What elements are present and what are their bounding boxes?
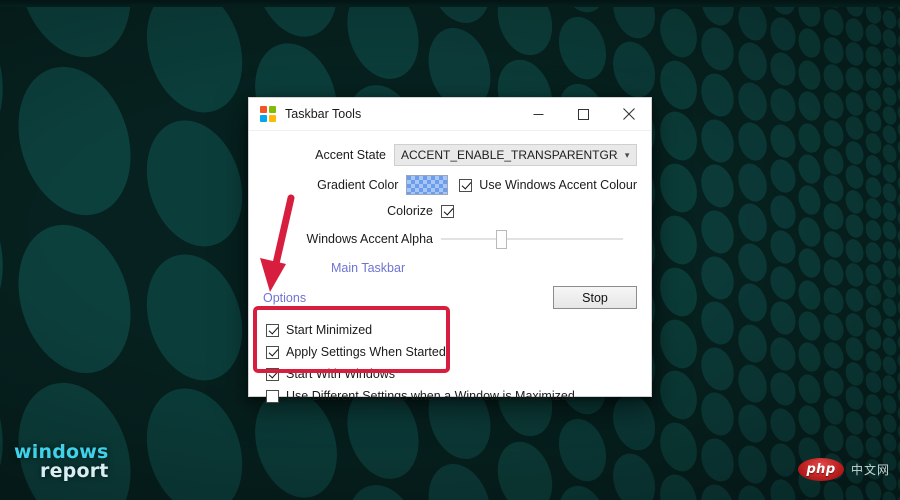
- window-title: Taskbar Tools: [285, 107, 362, 121]
- minimize-icon: [533, 113, 544, 115]
- taskbar-tools-window: Taskbar Tools Accent State ACCENT_ENABLE…: [248, 97, 652, 403]
- checkbox-box[interactable]: [459, 178, 473, 192]
- colorize-row: Colorize: [249, 204, 651, 218]
- slider-track[interactable]: [441, 238, 623, 240]
- gradient-color-label: Gradient Color: [317, 178, 399, 192]
- watermark-line-2: report: [40, 460, 109, 483]
- maximize-button[interactable]: [561, 98, 606, 130]
- main-taskbar-link[interactable]: Main Taskbar: [331, 261, 405, 275]
- accent-state-label: Accent State: [315, 148, 386, 162]
- option-checkbox-row[interactable]: Apply Settings When Started: [266, 345, 651, 359]
- gradient-color-row: Gradient Color Use Windows Accent Colour: [249, 175, 651, 195]
- options-checkbox-list: Start Minimized Apply Settings When Start…: [249, 323, 651, 403]
- checkbox-box[interactable]: [266, 367, 279, 381]
- option-label: Apply Settings When Started: [286, 345, 446, 359]
- accent-alpha-label: Windows Accent Alpha: [306, 232, 433, 246]
- option-checkbox-row[interactable]: Start Minimized: [266, 323, 651, 337]
- main-taskbar-row: Main Taskbar: [249, 261, 651, 275]
- chevron-down-icon: ▾: [624, 149, 630, 160]
- accent-state-value: ACCENT_ENABLE_TRANSPARENTGRAD: [401, 148, 619, 162]
- windows-report-watermark: windows report: [14, 442, 109, 483]
- windows-logo-icon: [260, 106, 276, 122]
- accent-state-select[interactable]: ACCENT_ENABLE_TRANSPARENTGRAD ▾: [394, 144, 637, 166]
- title-bar[interactable]: Taskbar Tools: [249, 98, 651, 131]
- stop-button[interactable]: Stop: [553, 286, 637, 309]
- php-logo-badge: php 中文网: [798, 458, 890, 481]
- window-body: Accent State ACCENT_ENABLE_TRANSPARENTGR…: [249, 144, 651, 403]
- colorize-label: Colorize: [387, 204, 433, 218]
- php-badge-cn-text: 中文网: [851, 463, 891, 477]
- option-label: Use Different Settings when a Window is …: [286, 389, 575, 403]
- options-stop-row: Options Stop: [249, 286, 651, 309]
- accent-state-row: Accent State ACCENT_ENABLE_TRANSPARENTGR…: [249, 144, 651, 166]
- options-link[interactable]: Options: [263, 291, 306, 305]
- checkbox-box[interactable]: [266, 389, 279, 403]
- accent-alpha-slider[interactable]: [441, 229, 623, 249]
- use-accent-colour-checkbox[interactable]: Use Windows Accent Colour: [459, 178, 637, 192]
- option-label: Start Minimized: [286, 323, 373, 337]
- slider-thumb[interactable]: [496, 230, 508, 249]
- close-button[interactable]: [606, 98, 651, 130]
- option-checkbox-row[interactable]: Start With Windows: [266, 367, 651, 381]
- use-accent-colour-label: Use Windows Accent Colour: [479, 178, 637, 192]
- minimize-button[interactable]: [516, 98, 561, 130]
- accent-alpha-row: Windows Accent Alpha: [249, 229, 651, 249]
- gradient-color-swatch[interactable]: [406, 175, 449, 195]
- colorize-checkbox[interactable]: [441, 204, 454, 218]
- checkbox-box[interactable]: [266, 323, 279, 337]
- close-icon: [622, 108, 635, 120]
- option-checkbox-row[interactable]: Use Different Settings when a Window is …: [266, 389, 651, 403]
- checkbox-box[interactable]: [266, 345, 279, 359]
- php-logo-icon: php: [798, 458, 844, 481]
- maximize-icon: [578, 108, 589, 120]
- option-label: Start With Windows: [286, 367, 396, 381]
- desktop-background: windows report php 中文网 Taskbar Tools Acc…: [0, 0, 900, 500]
